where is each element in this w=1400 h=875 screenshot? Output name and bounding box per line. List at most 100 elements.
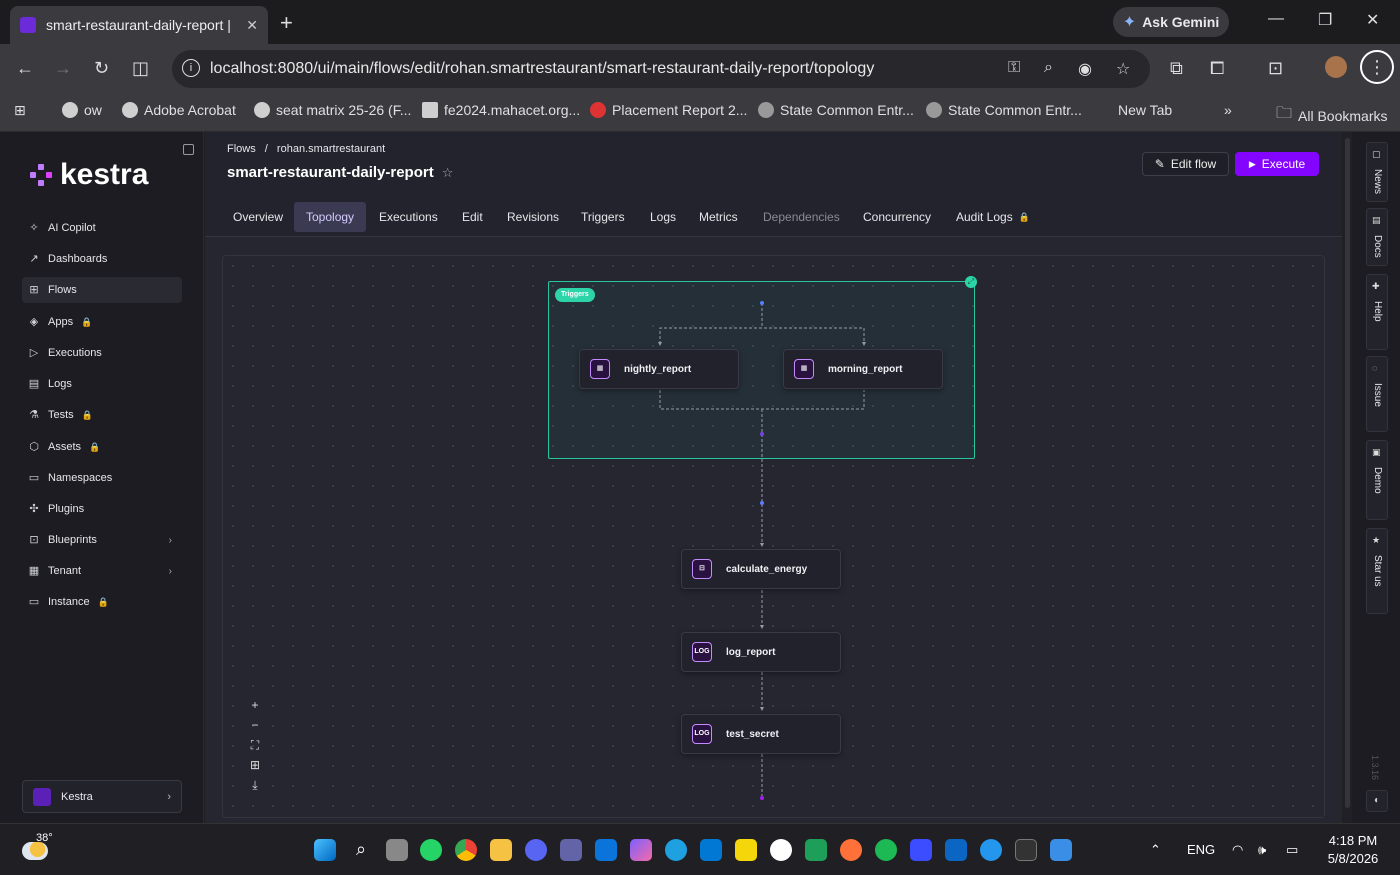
app-icon[interactable] <box>770 839 792 861</box>
bookmark-item[interactable]: Placement Report 2... <box>590 102 747 118</box>
bookmark-item[interactable]: State Common Entr... <box>926 102 1082 118</box>
profile-avatar[interactable] <box>1325 56 1347 78</box>
breadcrumb-flows[interactable]: Flows <box>227 143 256 155</box>
extension-icon[interactable]: ⧉ <box>1170 58 1183 79</box>
bookmark-item[interactable]: fe2024.mahacet.org... <box>422 102 580 118</box>
menu-kebab-icon[interactable]: ⋮ <box>1360 50 1394 84</box>
jetbrains-icon[interactable] <box>910 839 932 861</box>
sidebar-item-executions[interactable]: ▷ Executions <box>22 340 182 366</box>
tab-logs[interactable]: Logs <box>638 202 688 232</box>
task-view-icon[interactable] <box>386 839 408 861</box>
battery-icon[interactable]: ▭ <box>1286 842 1298 858</box>
more-bookmarks-icon[interactable]: » <box>1224 102 1232 118</box>
topology-canvas[interactable]: Triggers ⤢ ▦ nightly_report ▦ morning_re… <box>222 255 1325 818</box>
expand-cluster-icon[interactable]: ⤢ <box>965 276 977 288</box>
sidebar-item-flows[interactable]: ⊞ Flows <box>22 277 182 303</box>
ask-gemini-button[interactable]: ✦ Ask Gemini <box>1113 7 1229 37</box>
tab-metrics[interactable]: Metrics <box>687 202 750 232</box>
bookmark-item[interactable]: seat matrix 25-26 (F... <box>254 102 411 118</box>
vscode-icon[interactable] <box>700 839 722 861</box>
toggle-layout-icon[interactable]: ⊞ <box>246 756 264 774</box>
volume-icon[interactable]: 🕪 <box>1258 842 1266 858</box>
spotify-icon[interactable] <box>875 839 897 861</box>
zoom-out-icon[interactable]: − <box>246 716 264 734</box>
address-bar[interactable]: i localhost:8080/ui/main/flows/edit/roha… <box>172 50 1150 88</box>
sidebar-item-tests[interactable]: ⚗ Tests 🔒 <box>22 402 182 428</box>
minimize-icon[interactable]: — <box>1268 10 1284 28</box>
sidebar-item-logs[interactable]: ▤ Logs <box>22 371 182 397</box>
discord-icon[interactable] <box>525 839 547 861</box>
tab-dependencies[interactable]: Dependencies <box>751 202 852 232</box>
app-icon[interactable] <box>805 839 827 861</box>
sidebar-item-tenant[interactable]: ▦ Tenant › <box>22 558 182 584</box>
all-bookmarks[interactable]: 🗀 All Bookmarks <box>1276 102 1387 129</box>
whatsapp-icon[interactable] <box>420 839 442 861</box>
windows-start-icon[interactable] <box>314 839 336 861</box>
chrome-icon[interactable] <box>455 839 477 861</box>
task-node-log-report[interactable]: LOG log_report <box>681 632 841 672</box>
zoom-icon[interactable]: ⌕ <box>1044 59 1053 77</box>
right-rail-docs[interactable]: ▤ Docs <box>1366 208 1388 266</box>
tracking-eye-icon[interactable]: ◉ <box>1078 59 1092 79</box>
right-rail-issue[interactable]: ◌ Issue <box>1366 356 1388 432</box>
page-scrollbar[interactable] <box>1343 132 1352 823</box>
browser-tab[interactable]: smart-restaurant-daily-report | ✕ <box>10 6 268 44</box>
favorite-star-icon[interactable]: ☆ <box>442 165 454 180</box>
tenant-switcher[interactable]: Kestra › <box>22 780 182 813</box>
theme-toggle-icon[interactable]: ◐ <box>1366 790 1388 812</box>
tray-chevron-up-icon[interactable]: ⌃ <box>1150 842 1161 858</box>
forward-icon[interactable]: → <box>54 58 72 79</box>
teams-icon[interactable] <box>560 839 582 861</box>
edit-flow-button[interactable]: ✎ Edit flow <box>1142 152 1229 176</box>
docker-icon[interactable] <box>980 839 1002 861</box>
sidebar-item-blueprints[interactable]: ⊡ Blueprints › <box>22 527 182 553</box>
search-icon[interactable]: ⌕ <box>350 839 372 861</box>
tab-executions[interactable]: Executions <box>367 202 450 232</box>
reload-icon[interactable]: ↻ <box>94 58 109 79</box>
sidebar-item-dashboards[interactable]: ↗ Dashboards <box>22 246 182 272</box>
extensions-puzzle-icon[interactable]: ⧠ <box>1210 58 1224 79</box>
sidebar-item-assets[interactable]: ⬡ Assets 🔒 <box>22 434 182 460</box>
right-rail-news[interactable]: ▢ News <box>1366 142 1388 202</box>
tab-topology[interactable]: Topology <box>294 202 367 232</box>
sidebar-item-apps[interactable]: ◈ Apps 🔒 <box>22 309 182 335</box>
language-indicator[interactable]: ENG <box>1187 842 1215 857</box>
store-icon[interactable] <box>595 839 617 861</box>
password-key-icon[interactable]: ⚿ <box>1008 59 1020 77</box>
edge-icon[interactable] <box>665 839 687 861</box>
tab-overview[interactable]: Overview <box>221 202 295 232</box>
tab-close-icon[interactable]: ✕ <box>246 17 258 34</box>
breadcrumb-namespace[interactable]: rohan.smartrestaurant <box>277 143 385 155</box>
clock[interactable]: 4:18 PM 5/8/2026 <box>1318 832 1388 868</box>
bookmark-item[interactable]: ow <box>62 102 102 118</box>
bookmark-item[interactable]: State Common Entr... <box>758 102 914 118</box>
right-rail-demo[interactable]: ▣ Demo <box>1366 440 1388 520</box>
file-explorer-icon[interactable] <box>490 839 512 861</box>
task-node-calculate-energy[interactable]: ⊟ calculate_energy <box>681 549 841 589</box>
tab-search-icon[interactable]: ⊡ <box>1268 58 1283 79</box>
execute-button[interactable]: ▶ Execute <box>1235 152 1319 176</box>
right-rail-help[interactable]: ✚ Help <box>1366 274 1388 350</box>
window-close-icon[interactable]: ✕ <box>1366 10 1379 30</box>
collapse-sidebar-icon[interactable] <box>183 144 194 155</box>
bookmark-star-icon[interactable]: ☆ <box>1116 59 1130 79</box>
app-icon[interactable] <box>840 839 862 861</box>
new-tab-button[interactable]: + <box>280 10 293 36</box>
site-info-icon[interactable]: i <box>182 59 200 77</box>
sidebar-item-ai-copilot[interactable]: ✧ AI Copilot <box>22 215 182 241</box>
task-node-test-secret[interactable]: LOG test_secret <box>681 714 841 754</box>
right-rail-star-us[interactable]: ★ Star us <box>1366 528 1388 614</box>
sidebar-item-instance[interactable]: ▭ Instance 🔒 <box>22 589 182 615</box>
bookmark-item[interactable]: New Tab <box>1096 102 1172 118</box>
trigger-node-nightly-report[interactable]: ▦ nightly_report <box>579 349 739 389</box>
sidebar-item-plugins[interactable]: ✣ Plugins <box>22 496 182 522</box>
split-view-icon[interactable]: ◫ <box>132 58 149 79</box>
tab-audit-logs[interactable]: Audit Logs 🔒 <box>944 202 1042 232</box>
trigger-node-morning-report[interactable]: ▦ morning_report <box>783 349 943 389</box>
wifi-icon[interactable]: ◠ <box>1232 842 1243 858</box>
sticky-notes-icon[interactable] <box>735 839 757 861</box>
tab-concurrency[interactable]: Concurrency <box>851 202 943 232</box>
linkedin-icon[interactable] <box>945 839 967 861</box>
kestra-logo[interactable]: kestra <box>30 158 148 192</box>
zoom-in-icon[interactable]: + <box>246 696 264 714</box>
